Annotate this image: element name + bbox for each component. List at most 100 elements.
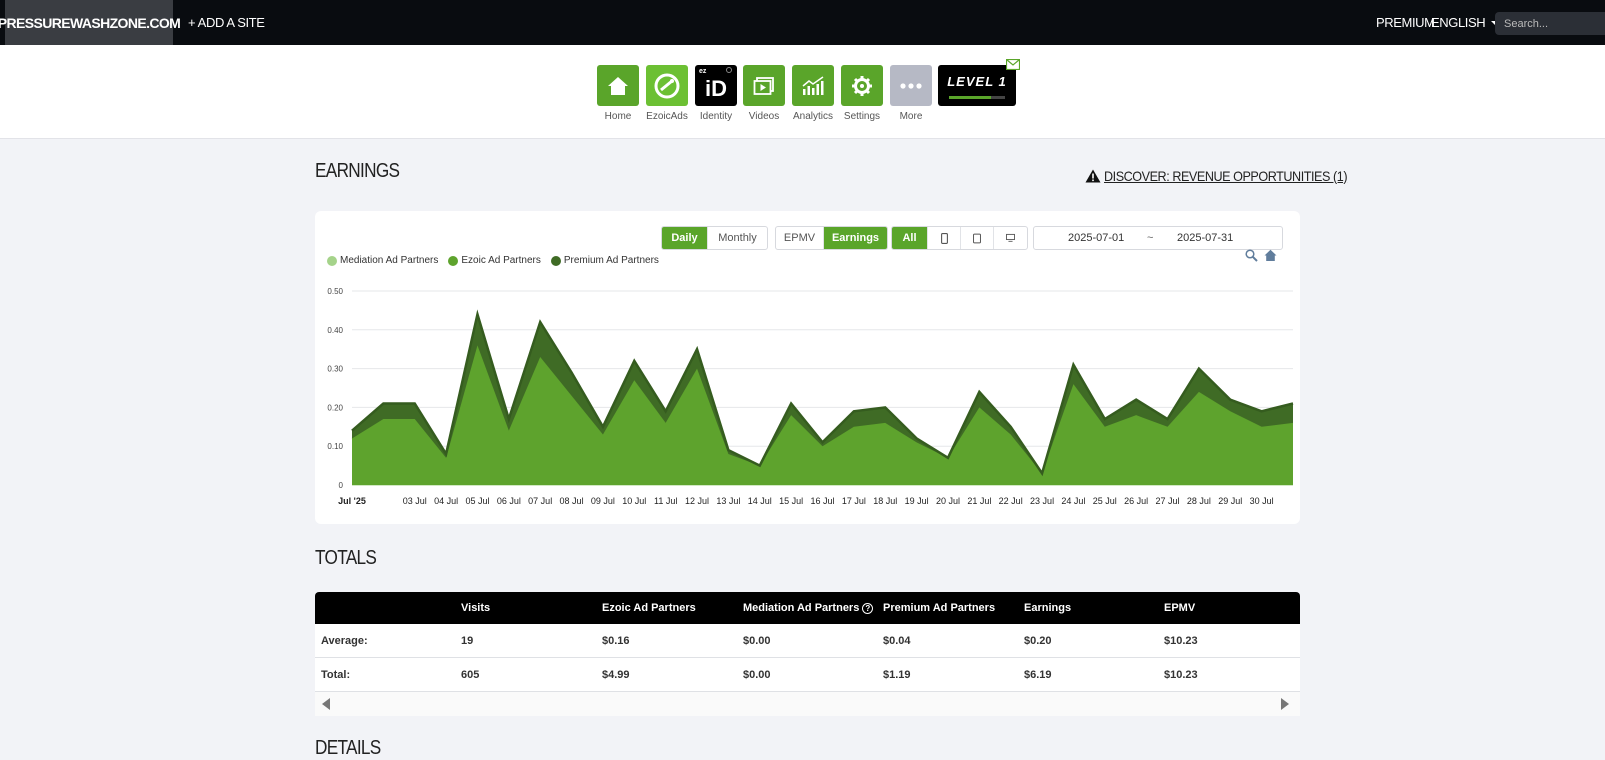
tablet-button[interactable] [961, 227, 994, 249]
x-tick-label: 27 Jul [1156, 496, 1180, 506]
legend-dot [448, 255, 459, 266]
y-tick-label: 0.40 [327, 326, 343, 335]
x-tick-label: 22 Jul [999, 496, 1023, 506]
warning-icon [1085, 169, 1101, 183]
x-tick-label: 14 Jul [748, 496, 772, 506]
zoom-icon[interactable] [1245, 249, 1258, 262]
monthly-button[interactable]: Monthly [708, 227, 767, 249]
y-tick-label: 0.50 [327, 287, 343, 296]
cell: $0.20 [1024, 635, 1052, 647]
x-tick-label: 26 Jul [1124, 496, 1148, 506]
totals-table: Visits Ezoic Ad Partners Mediation Ad Pa… [315, 592, 1300, 716]
identity-icon: ez iD [695, 65, 737, 106]
header-earnings[interactable]: Earnings [1024, 592, 1071, 624]
x-tick-label: Jul '25 [338, 496, 366, 506]
cell: $0.00 [743, 635, 771, 647]
nav-analytics[interactable]: Analytics [792, 65, 834, 122]
language-label: ENGLISH [1431, 15, 1486, 30]
date-start: 2025-07-01 [1068, 232, 1125, 244]
x-tick-label: 30 Jul [1250, 496, 1274, 506]
legend-premium[interactable]: Premium Ad Partners [550, 255, 659, 266]
x-tick-label: 24 Jul [1061, 496, 1085, 506]
date-range-picker[interactable]: 2025-07-01 ~ 2025-07-31 [1033, 226, 1283, 250]
gear-icon [841, 65, 883, 106]
x-tick-label: 28 Jul [1187, 496, 1211, 506]
help-icon[interactable]: ? [862, 602, 874, 614]
cell: $0.00 [743, 669, 771, 681]
nav-more[interactable]: More [890, 65, 932, 122]
nav-ezoicads[interactable]: EzoicAds [646, 65, 688, 122]
x-tick-label: 10 Jul [622, 496, 646, 506]
nav-settings[interactable]: Settings [841, 65, 883, 122]
epmv-button[interactable]: EPMV [776, 227, 824, 249]
date-end: 2025-07-31 [1177, 232, 1234, 244]
header-premium[interactable]: Premium Ad Partners [883, 592, 995, 624]
y-tick-label: 0.20 [327, 403, 343, 412]
scroll-left-icon[interactable] [322, 698, 330, 710]
nav-videos[interactable]: Videos [743, 65, 785, 122]
level-badge[interactable]: LEVEL 1 [938, 65, 1016, 106]
identity-badge-icon [726, 67, 732, 73]
earnings-button[interactable]: Earnings [824, 227, 887, 249]
daily-button[interactable]: Daily [662, 227, 708, 249]
desktop-button[interactable] [994, 227, 1027, 249]
x-tick-label: 11 Jul [654, 496, 677, 506]
x-tick-label: 25 Jul [1093, 496, 1117, 506]
identity-small-text: ez [699, 68, 707, 75]
nav-more-label: More [899, 111, 923, 122]
x-tick-label: 09 Jul [591, 496, 615, 506]
tablet-icon [973, 233, 981, 243]
header-ezoic[interactable]: Ezoic Ad Partners [602, 592, 696, 624]
legend-dot [327, 255, 337, 266]
cell: $1.19 [883, 669, 911, 681]
x-tick-label: 04 Jul [434, 496, 458, 506]
app-navigation: Home EzoicAds ez iD Identity Videos Anal… [0, 45, 1605, 139]
legend-label: Ezoic Ad Partners [461, 255, 541, 266]
premium-link[interactable]: PREMIUM [1376, 0, 1435, 45]
cell: $4.99 [602, 669, 630, 681]
mail-icon[interactable] [1006, 59, 1020, 70]
legend-mediation[interactable]: Mediation Ad Partners [327, 255, 438, 266]
scroll-right-icon[interactable] [1281, 698, 1289, 710]
x-tick-label: 23 Jul [1030, 496, 1054, 506]
cell: $6.19 [1024, 669, 1052, 681]
legend-label: Premium Ad Partners [563, 255, 659, 266]
x-tick-label: 20 Jul [936, 496, 960, 506]
mobile-button[interactable] [928, 227, 961, 249]
cell: 19 [461, 635, 474, 647]
more-icon [890, 65, 932, 106]
x-tick-label: 21 Jul [967, 496, 991, 506]
add-site-link[interactable]: + ADD A SITE [188, 0, 265, 45]
header-mediation[interactable]: Mediation Ad Partners ? [743, 592, 874, 624]
all-devices-button[interactable]: All [892, 227, 928, 249]
nav-identity[interactable]: ez iD Identity [695, 65, 737, 122]
level-progress-fill [949, 96, 991, 99]
header-mediation-label: Mediation Ad Partners [743, 602, 860, 614]
search-input[interactable] [1495, 12, 1605, 35]
x-tick-label: 12 Jul [685, 496, 709, 506]
table-header: Visits Ezoic Ad Partners Mediation Ad Pa… [315, 592, 1300, 624]
language-dropdown[interactable]: ENGLISH [1431, 0, 1500, 45]
discover-link[interactable]: DISCOVER: REVENUE OPPORTUNITIES (1) [1085, 168, 1374, 184]
table-row: Average: 19 $0.16 $0.00 $0.04 $0.20 $10.… [315, 624, 1300, 658]
x-tick-label: 16 Jul [810, 496, 834, 506]
header-epmv[interactable]: EPMV [1164, 592, 1195, 624]
device-toggle: All [891, 226, 1028, 250]
x-tick-label: 08 Jul [560, 496, 584, 506]
y-tick-label: 0 [339, 481, 344, 490]
header-visits[interactable]: Visits [461, 592, 490, 624]
chart-legend: Mediation Ad Partners Ezoic Ad Partners … [327, 255, 669, 266]
video-icon [743, 65, 785, 106]
reset-zoom-home-icon[interactable] [1264, 249, 1277, 262]
nav-home[interactable]: Home [597, 65, 639, 122]
level-label: LEVEL 1 [947, 74, 1007, 89]
site-selector[interactable]: PRESSUREWASHZONE.COM [0, 0, 181, 45]
legend-ezoic[interactable]: Ezoic Ad Partners [448, 255, 541, 266]
x-tick-label: 06 Jul [497, 496, 521, 506]
x-tick-label: 07 Jul [528, 496, 552, 506]
cell: $10.23 [1164, 635, 1198, 647]
ezoic-ads-icon [646, 65, 688, 106]
table-horizontal-scrollbar[interactable] [315, 692, 1300, 716]
row-label: Average: [321, 635, 368, 647]
x-tick-label: 15 Jul [779, 496, 803, 506]
